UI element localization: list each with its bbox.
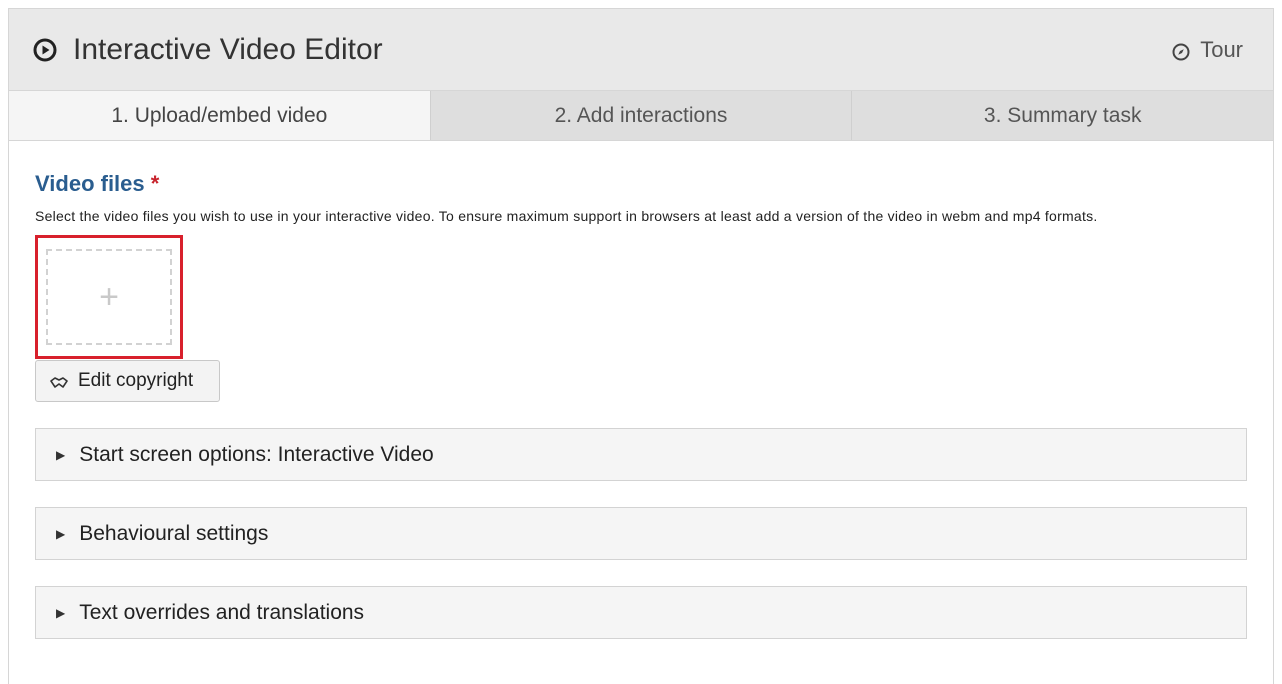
plus-icon: + [99,277,119,316]
tour-button[interactable]: Tour [1172,37,1243,63]
group-text-overrides[interactable]: ▶ Text overrides and translations [35,586,1247,639]
caret-right-icon: ▶ [56,526,66,541]
edit-copyright-label: Edit copyright [78,370,194,391]
group-label: Behavioural settings [79,521,269,545]
group-start-screen-options[interactable]: ▶ Start screen options: Interactive Vide… [35,428,1247,481]
edit-copyright-button[interactable]: Edit copyright [35,360,221,402]
tour-label: Tour [1200,36,1243,62]
tab-summary-task[interactable]: 3. Summary task [851,91,1274,140]
compass-icon [1172,41,1190,60]
group-behavioural-settings[interactable]: ▶ Behavioural settings [35,507,1247,560]
upload-highlight: + [35,235,183,359]
video-files-description: Select the video files you wish to use i… [35,208,1098,224]
title-wrap: Interactive Video Editor [33,33,383,67]
wizard-tabs: 1. Upload/embed video 2. Add interaction… [9,91,1274,141]
editor-header: Interactive Video Editor Tour [9,9,1273,91]
group-label: Start screen options: Interactive Video [79,442,434,466]
tab-upload-embed-video[interactable]: 1. Upload/embed video [9,91,430,140]
main-content: Video files * Select the video files you… [9,141,1273,639]
play-circle-icon [33,38,57,62]
add-video-file-button[interactable]: + [46,249,172,345]
required-marker: * [150,171,160,196]
tab-add-interactions[interactable]: 2. Add interactions [429,91,852,140]
caret-right-icon: ▶ [56,447,66,462]
group-label: Text overrides and translations [79,600,365,624]
handshake-icon [50,374,68,388]
video-files-label: Video files * [35,171,1247,197]
editor-frame: Interactive Video Editor Tour 1. Upload/… [8,8,1274,684]
video-files-label-text: Video files [35,171,145,196]
caret-right-icon: ▶ [56,605,66,620]
page-title: Interactive Video Editor [73,32,383,66]
